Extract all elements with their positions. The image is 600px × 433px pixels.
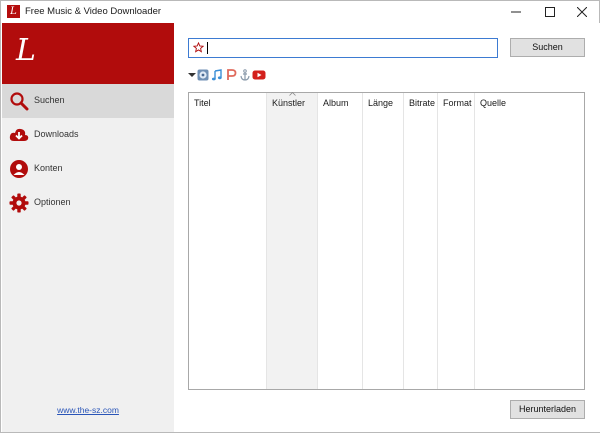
search-button[interactable]: Suchen <box>510 38 585 57</box>
column-album[interactable]: Album <box>318 93 363 389</box>
search-field[interactable] <box>188 38 498 58</box>
globe-music-icon[interactable] <box>197 69 209 81</box>
star-icon[interactable] <box>193 42 204 53</box>
results-table: Titel Künstler Album Länge Bitrate Forma… <box>188 92 585 390</box>
brand-header: L <box>2 23 174 84</box>
sidebar-item-downloads[interactable]: Downloads <box>2 118 174 152</box>
dropdown-arrow-icon[interactable] <box>188 71 196 79</box>
sidebar-item-suchen[interactable]: Suchen <box>2 84 174 118</box>
close-button[interactable] <box>567 1 597 23</box>
sidebar-item-optionen[interactable]: Optionen <box>2 186 174 220</box>
sidebar-item-konten[interactable]: Konten <box>2 152 174 186</box>
pandora-icon[interactable] <box>225 69 237 81</box>
minimize-icon <box>511 11 521 13</box>
youtube-icon[interactable] <box>252 69 266 81</box>
download-button[interactable]: Herunterladen <box>510 400 585 419</box>
column-header[interactable]: Bitrate <box>409 98 435 108</box>
search-icon <box>10 92 29 111</box>
sort-ascending-icon <box>289 92 296 96</box>
maximize-button[interactable] <box>535 1 565 23</box>
brand-logo: L <box>16 33 36 68</box>
anchor-icon[interactable] <box>239 69 251 81</box>
title-bar[interactable]: L Free Music & Video Downloader <box>1 1 599 23</box>
app-window: L Free Music & Video Downloader L Suchen <box>0 0 600 433</box>
column-kuenstler[interactable]: Künstler <box>267 92 318 389</box>
website-link[interactable]: www.the-sz.com <box>2 405 174 415</box>
app-logo-icon: L <box>7 5 20 18</box>
column-titel[interactable]: Titel <box>189 93 267 389</box>
gear-icon <box>9 193 29 213</box>
music-note-icon[interactable] <box>211 69 223 81</box>
column-header[interactable]: Künstler <box>272 98 305 108</box>
sidebar: L Suchen Downloads Konten Optionen www.t… <box>2 23 174 432</box>
search-input[interactable] <box>206 41 492 55</box>
column-header[interactable]: Quelle <box>480 98 506 108</box>
close-icon <box>576 6 588 18</box>
user-icon <box>10 160 28 178</box>
column-header[interactable]: Album <box>323 98 349 108</box>
column-quelle[interactable]: Quelle <box>475 93 535 389</box>
sidebar-item-label: Suchen <box>34 95 65 105</box>
column-format[interactable]: Format <box>438 93 475 389</box>
minimize-button[interactable] <box>501 1 531 23</box>
sidebar-item-label: Downloads <box>34 129 79 139</box>
column-bitrate[interactable]: Bitrate <box>404 93 438 389</box>
window-title: Free Music & Video Downloader <box>25 6 162 17</box>
text-caret <box>207 42 208 54</box>
sidebar-item-label: Optionen <box>34 197 71 207</box>
main-panel: Suchen Titel Künstler Album Länge Bitrat… <box>174 23 600 432</box>
column-header[interactable]: Titel <box>194 98 211 108</box>
maximize-icon <box>545 7 555 17</box>
column-header[interactable]: Länge <box>368 98 393 108</box>
sidebar-item-label: Konten <box>34 163 63 173</box>
column-header[interactable]: Format <box>443 98 472 108</box>
cloud-download-icon <box>9 128 29 141</box>
column-laenge[interactable]: Länge <box>363 93 404 389</box>
